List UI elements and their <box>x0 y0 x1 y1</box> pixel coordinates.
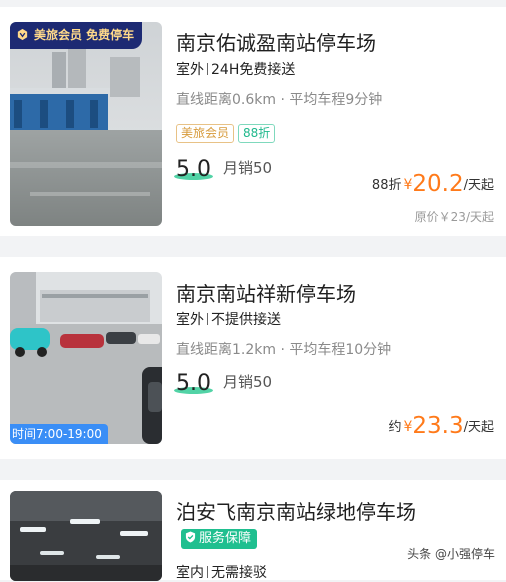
meta-divider <box>207 63 208 75</box>
distance-info: 直线距离1.2km · 平均车程10分钟 <box>176 342 392 358</box>
location-type: 室外 <box>176 62 204 78</box>
discount-tag: 88折 <box>238 124 276 143</box>
parking-photo[interactable]: 时间7:00-19:00 <box>10 272 162 444</box>
parking-title[interactable]: 南京南站祥新停车场 <box>176 278 356 307</box>
shield-check-icon <box>185 531 196 543</box>
parking-meta: 室外 不提供接送 <box>176 309 281 329</box>
monthly-sales: 月销50 <box>223 373 273 391</box>
location-type: 室内 <box>176 565 204 581</box>
service-guarantee-text: 服务保障 <box>199 531 252 546</box>
parking-title[interactable]: 南京佑诚盈南站停车场 <box>176 27 376 56</box>
rating-score: 5.0 <box>174 371 213 396</box>
price-unit: /天起 <box>463 178 494 193</box>
price-amount: 20.2 <box>412 171 464 197</box>
parking-photo-image <box>10 491 162 581</box>
price: 约 ¥23.3/天起 <box>388 413 494 439</box>
monthly-sales: 月销50 <box>223 159 273 177</box>
hours-badge: 时间7:00-19:00 <box>10 424 108 444</box>
rating-row: 5.0 月销50 <box>174 371 273 396</box>
location-type: 室外 <box>176 312 204 328</box>
member-ribbon-text: 美旅会员 免费停车 <box>34 28 135 42</box>
rating-row: 5.0 月销50 <box>174 157 273 182</box>
watermark: 头条 @小强停车 <box>404 544 498 563</box>
parking-meta: 室内 无需接驳 <box>176 562 267 582</box>
member-tag: 美旅会员 <box>176 124 235 143</box>
meta-divider <box>207 313 208 325</box>
parking-photo-image <box>10 272 162 444</box>
parking-card[interactable]: 时间7:00-19:00 南京南站祥新停车场 室外 不提供接送 直线距离1.2km… <box>0 257 506 459</box>
shuttle-info: 24H免费接送 <box>211 62 296 78</box>
parking-photo-image <box>10 22 162 226</box>
parking-photo[interactable] <box>10 491 162 581</box>
price: 88折 ¥20.2/天起 <box>372 171 494 197</box>
rating-score: 5.0 <box>174 157 213 182</box>
price-unit: /天起 <box>463 420 494 435</box>
original-price: 原价￥23/天起 <box>414 210 494 224</box>
shuttle-info: 不提供接送 <box>211 312 281 328</box>
parking-meta: 室外 24H免费接送 <box>176 59 295 79</box>
meta-divider <box>207 566 208 578</box>
parking-photo[interactable]: 美旅会员 免费停车 <box>10 22 162 226</box>
parking-card[interactable]: 美旅会员 免费停车 南京佑诚盈南站停车场 室外 24H免费接送 直线距离0.6km… <box>0 7 506 236</box>
price-prefix: 约 <box>388 420 402 435</box>
vip-badge-icon <box>17 28 28 41</box>
distance-info: 直线距离0.6km · 平均车程9分钟 <box>176 92 383 108</box>
service-guarantee-badge: 服务保障 <box>181 529 258 549</box>
price-discount: 88折 <box>371 178 402 193</box>
tag-list: 美旅会员 88折 <box>176 122 279 143</box>
shuttle-info: 无需接驳 <box>211 565 267 581</box>
parking-title[interactable]: 泊安飞南京南站绿地停车场 <box>176 496 416 525</box>
price-amount: 23.3 <box>412 413 464 439</box>
parking-card[interactable]: 泊安飞南京南站绿地停车场 服务保障 室内 无需接驳 <box>0 480 506 582</box>
member-ribbon: 美旅会员 免费停车 <box>10 22 143 49</box>
